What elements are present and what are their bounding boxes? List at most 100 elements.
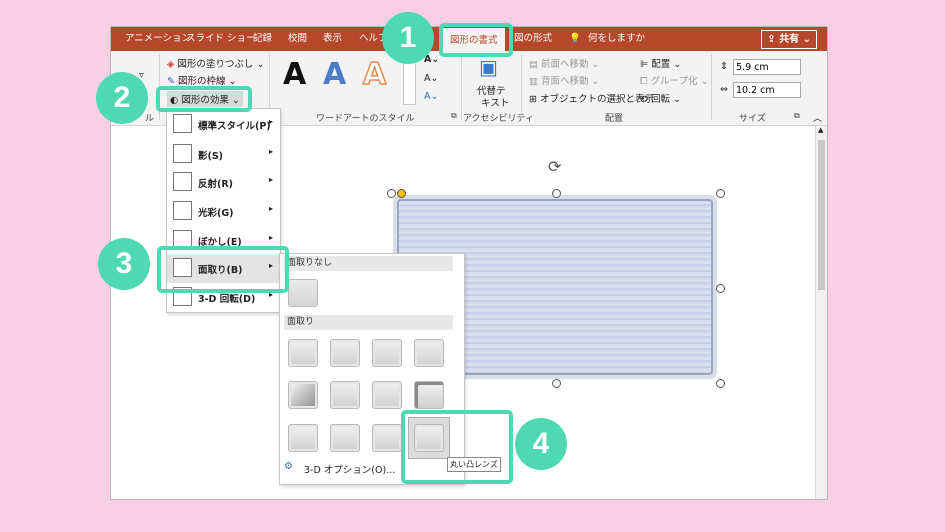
resize-handle[interactable] (552, 379, 561, 388)
text-effects-icon[interactable]: A⌄ (424, 91, 438, 102)
tab-record[interactable]: 記録 (253, 27, 272, 51)
height-input[interactable] (733, 59, 801, 75)
resize-handle[interactable] (387, 189, 396, 198)
send-backward-button[interactable]: ▥ 背面へ移動 ⌄ (529, 73, 600, 87)
rotate-label: 回転 (650, 94, 670, 105)
group-button[interactable]: ⧠ グループ化 ⌄ (640, 73, 709, 87)
arrange-group-label: 配置 (605, 114, 624, 124)
menu-item-glow[interactable]: 光彩(G) ▸ (167, 198, 280, 226)
shape-fill-button[interactable]: ◈ 図形の塗りつぶし ⌄ (167, 56, 264, 70)
bevel-circle[interactable] (288, 339, 318, 367)
divider (521, 54, 522, 120)
bevel-slope[interactable] (414, 381, 444, 409)
highlight-shape-format-tab (439, 23, 513, 57)
resize-handle[interactable] (716, 379, 725, 388)
3d-options-icon: ⚙ (284, 461, 293, 472)
size-dialog-launcher-icon[interactable]: ⧉ (794, 111, 800, 121)
alt-text-label-2[interactable]: キスト (481, 95, 509, 109)
resize-handle[interactable] (716, 189, 725, 198)
tab-picture-format[interactable]: 図の形式 (514, 27, 552, 51)
submenu-arrow-icon: ▸ (268, 233, 273, 242)
bring-forward-button[interactable]: ▤ 前面へ移動 ⌄ (529, 56, 600, 70)
tab-animations[interactable]: アニメーション (125, 27, 191, 51)
dialog-launcher-icon[interactable]: ⧉ (451, 111, 457, 121)
scrollbar-thumb[interactable] (818, 140, 825, 290)
step-3-badge: 3 (98, 238, 150, 290)
selection-pane-label: オブジェクトの選択と表示 (539, 94, 654, 105)
step-4-badge: 4 (515, 418, 567, 470)
lightbulb-icon: 💡 (569, 33, 581, 44)
highlight-art-deco (401, 410, 513, 484)
menu-item-label: 反射(R) (198, 179, 233, 190)
accessibility-group-label: アクセシビリティ (463, 114, 535, 124)
menu-item-label: 影(S) (198, 151, 224, 162)
bevel-cool-slant[interactable] (414, 339, 444, 367)
menu-item-label: 3-D 回転(D) (198, 294, 256, 305)
wordart-group-label: ワードアートのスタイル (316, 114, 415, 124)
vertical-scrollbar[interactable]: ▲ (815, 126, 827, 499)
width-input[interactable] (733, 82, 801, 98)
shadow-icon (173, 144, 192, 163)
highlight-shape-effects (156, 86, 252, 112)
bring-forward-label: 前面へ移動 (541, 59, 589, 70)
highlight-bevel-item (157, 246, 289, 293)
tab-slideshow[interactable]: スライド ショー (186, 27, 256, 51)
bevel-relaxed-inset[interactable] (330, 339, 360, 367)
glow-icon (173, 201, 192, 220)
text-outline-icon[interactable]: A⌄ (424, 73, 438, 84)
submenu-arrow-icon: ▸ (268, 175, 273, 184)
no-bevel-option[interactable] (288, 279, 318, 307)
bevel-divot[interactable] (288, 424, 318, 452)
bevel-header: 面取り (284, 315, 453, 330)
menu-item-label: 光彩(G) (198, 208, 234, 219)
share-button[interactable]: ⇪ 共有 ⌄ (761, 30, 817, 49)
menu-item-preset[interactable]: 標準スタイル(P) ▸ (167, 111, 280, 139)
resize-handle[interactable] (716, 284, 725, 293)
submenu-arrow-icon: ▸ (268, 204, 273, 213)
wordart-style-black[interactable]: A (283, 57, 306, 92)
3d-options-button[interactable]: 3-D オプション(O)... (304, 462, 395, 476)
step-2-badge: 2 (96, 72, 148, 124)
rotate-handle-icon[interactable]: ⟳ (548, 157, 561, 176)
bevel-riblet[interactable] (330, 424, 360, 452)
divider (461, 54, 462, 120)
bevel-convex[interactable] (372, 381, 402, 409)
bevel-hard-edge[interactable] (372, 424, 402, 452)
tell-me-search[interactable]: 何をしますか (588, 27, 645, 51)
reflection-icon (173, 172, 192, 191)
resize-handle[interactable] (552, 189, 561, 198)
menu-item-shadow[interactable]: 影(S) ▸ (167, 141, 280, 169)
step-1-badge: 1 (382, 12, 434, 64)
bevel-angle[interactable] (288, 381, 318, 409)
left-group-label: ル (145, 114, 155, 124)
group-label: グループ化 (650, 76, 698, 87)
paint-bucket-icon: ◈ (167, 59, 178, 70)
width-icon: ⇔ (720, 84, 728, 95)
rotate-button[interactable]: ⟲ 回転 ⌄ (640, 91, 681, 105)
tab-view[interactable]: 表示 (323, 27, 342, 51)
menu-item-label: 標準スタイル(P) (198, 121, 271, 132)
wordart-style-blue[interactable]: A (323, 57, 346, 92)
bevel-soft-round[interactable] (330, 381, 360, 409)
share-label: 共有 (779, 34, 800, 45)
share-icon: ⇪ (767, 34, 780, 45)
selection-pane-button[interactable]: ⊞ オブジェクトの選択と表示 (529, 91, 654, 105)
scroll-up-icon[interactable]: ▲ (818, 126, 823, 134)
submenu-arrow-icon: ▸ (268, 147, 273, 156)
divider (711, 54, 712, 120)
shape-outline-button[interactable]: ✎ 図形の枠線 ⌄ (167, 73, 236, 87)
align-button[interactable]: ⊫ 配置 ⌄ (640, 56, 681, 70)
wordart-style-orange[interactable]: A (362, 56, 387, 93)
menu-item-reflection[interactable]: 反射(R) ▸ (167, 169, 280, 197)
bevel-cross[interactable] (372, 339, 402, 367)
send-backward-label: 背面へ移動 (541, 76, 589, 87)
alt-text-icon: ▣ (479, 55, 498, 79)
submenu-arrow-icon: ▸ (268, 117, 273, 126)
collapse-ribbon-icon[interactable]: ︿ (813, 111, 822, 124)
preset-icon (173, 114, 192, 133)
tab-review[interactable]: 校閲 (288, 27, 307, 51)
align-label: 配置 (651, 59, 671, 70)
no-bevel-header: 面取りなし (284, 256, 453, 271)
height-icon: ⇕ (720, 61, 728, 72)
adjust-handle[interactable] (397, 189, 406, 198)
